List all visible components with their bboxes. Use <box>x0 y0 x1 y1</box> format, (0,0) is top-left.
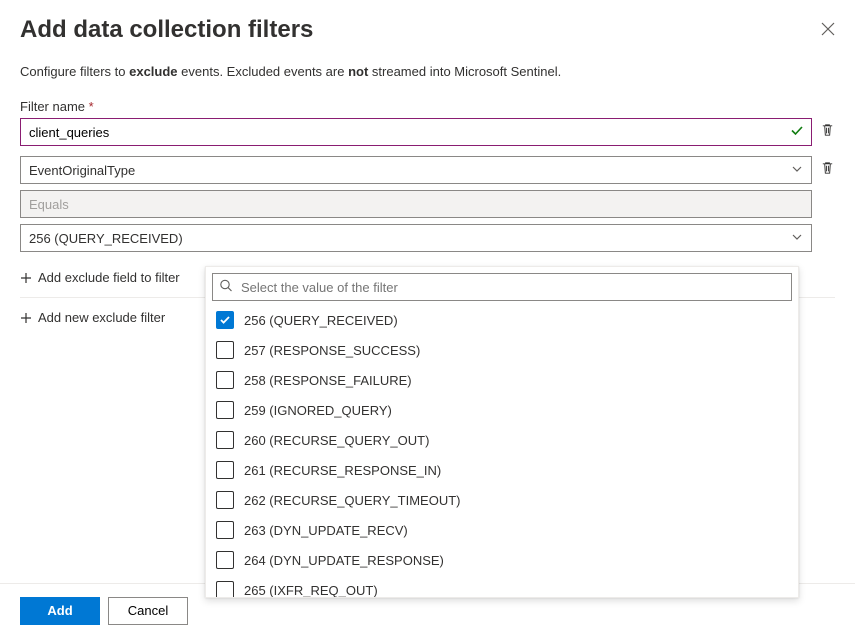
option-label: 260 (RECURSE_QUERY_OUT) <box>244 433 429 448</box>
checkbox[interactable] <box>216 581 234 597</box>
trash-icon <box>820 161 835 176</box>
operator-select-value: Equals <box>29 197 69 212</box>
options-list[interactable]: 256 (QUERY_RECEIVED) 257 (RESPONSE_SUCCES… <box>206 305 798 597</box>
search-icon <box>219 279 233 296</box>
checkbox[interactable] <box>216 341 234 359</box>
filter-name-input[interactable] <box>20 118 812 146</box>
checkbox[interactable] <box>216 431 234 449</box>
delete-filter-button[interactable] <box>820 123 835 141</box>
checkbox[interactable] <box>216 521 234 539</box>
add-button[interactable]: Add <box>20 597 100 625</box>
field-select[interactable]: EventOriginalType <box>20 156 812 184</box>
dropdown-option[interactable]: 257 (RESPONSE_SUCCESS) <box>206 335 798 365</box>
option-label: 261 (RECURSE_RESPONSE_IN) <box>244 463 441 478</box>
filter-name-label: Filter name * <box>20 99 812 114</box>
value-select[interactable]: 256 (QUERY_RECEIVED) <box>20 224 812 252</box>
description-text: Configure filters to exclude events. Exc… <box>20 64 835 79</box>
option-label: 265 (IXFR_REQ_OUT) <box>244 583 378 598</box>
dropdown-option[interactable]: 263 (DYN_UPDATE_RECV) <box>206 515 798 545</box>
plus-icon <box>20 272 32 284</box>
trash-icon <box>820 123 835 138</box>
check-icon <box>790 124 804 141</box>
checkbox[interactable] <box>216 311 234 329</box>
plus-icon <box>20 312 32 324</box>
dropdown-option[interactable]: 262 (RECURSE_QUERY_TIMEOUT) <box>206 485 798 515</box>
dropdown-option[interactable]: 259 (IGNORED_QUERY) <box>206 395 798 425</box>
checkbox[interactable] <box>216 491 234 509</box>
cancel-button[interactable]: Cancel <box>108 597 188 625</box>
value-dropdown: 256 (QUERY_RECEIVED) 257 (RESPONSE_SUCCES… <box>205 266 799 598</box>
option-label: 258 (RESPONSE_FAILURE) <box>244 373 412 388</box>
option-label: 262 (RECURSE_QUERY_TIMEOUT) <box>244 493 460 508</box>
delete-field-button[interactable] <box>820 161 835 179</box>
dropdown-option[interactable]: 261 (RECURSE_RESPONSE_IN) <box>206 455 798 485</box>
panel-title: Add data collection filters <box>20 16 313 44</box>
dropdown-option[interactable]: 264 (DYN_UPDATE_RESPONSE) <box>206 545 798 575</box>
check-icon <box>219 314 231 326</box>
checkbox[interactable] <box>216 401 234 419</box>
close-button[interactable] <box>821 16 835 39</box>
option-label: 256 (QUERY_RECEIVED) <box>244 313 398 328</box>
dropdown-option[interactable]: 260 (RECURSE_QUERY_OUT) <box>206 425 798 455</box>
checkbox[interactable] <box>216 551 234 569</box>
dropdown-option[interactable]: 258 (RESPONSE_FAILURE) <box>206 365 798 395</box>
dropdown-option[interactable]: 265 (IXFR_REQ_OUT) <box>206 575 798 597</box>
value-select-display: 256 (QUERY_RECEIVED) <box>29 231 183 246</box>
option-label: 257 (RESPONSE_SUCCESS) <box>244 343 420 358</box>
checkbox[interactable] <box>216 461 234 479</box>
field-select-value: EventOriginalType <box>29 163 135 178</box>
chevron-down-icon <box>791 231 803 246</box>
option-label: 264 (DYN_UPDATE_RESPONSE) <box>244 553 444 568</box>
chevron-down-icon <box>791 163 803 178</box>
option-label: 263 (DYN_UPDATE_RECV) <box>244 523 408 538</box>
dropdown-option[interactable]: 256 (QUERY_RECEIVED) <box>206 305 798 335</box>
option-label: 259 (IGNORED_QUERY) <box>244 403 392 418</box>
checkbox[interactable] <box>216 371 234 389</box>
operator-select: Equals <box>20 190 812 218</box>
close-icon <box>821 22 835 36</box>
dropdown-search-input[interactable] <box>212 273 792 301</box>
